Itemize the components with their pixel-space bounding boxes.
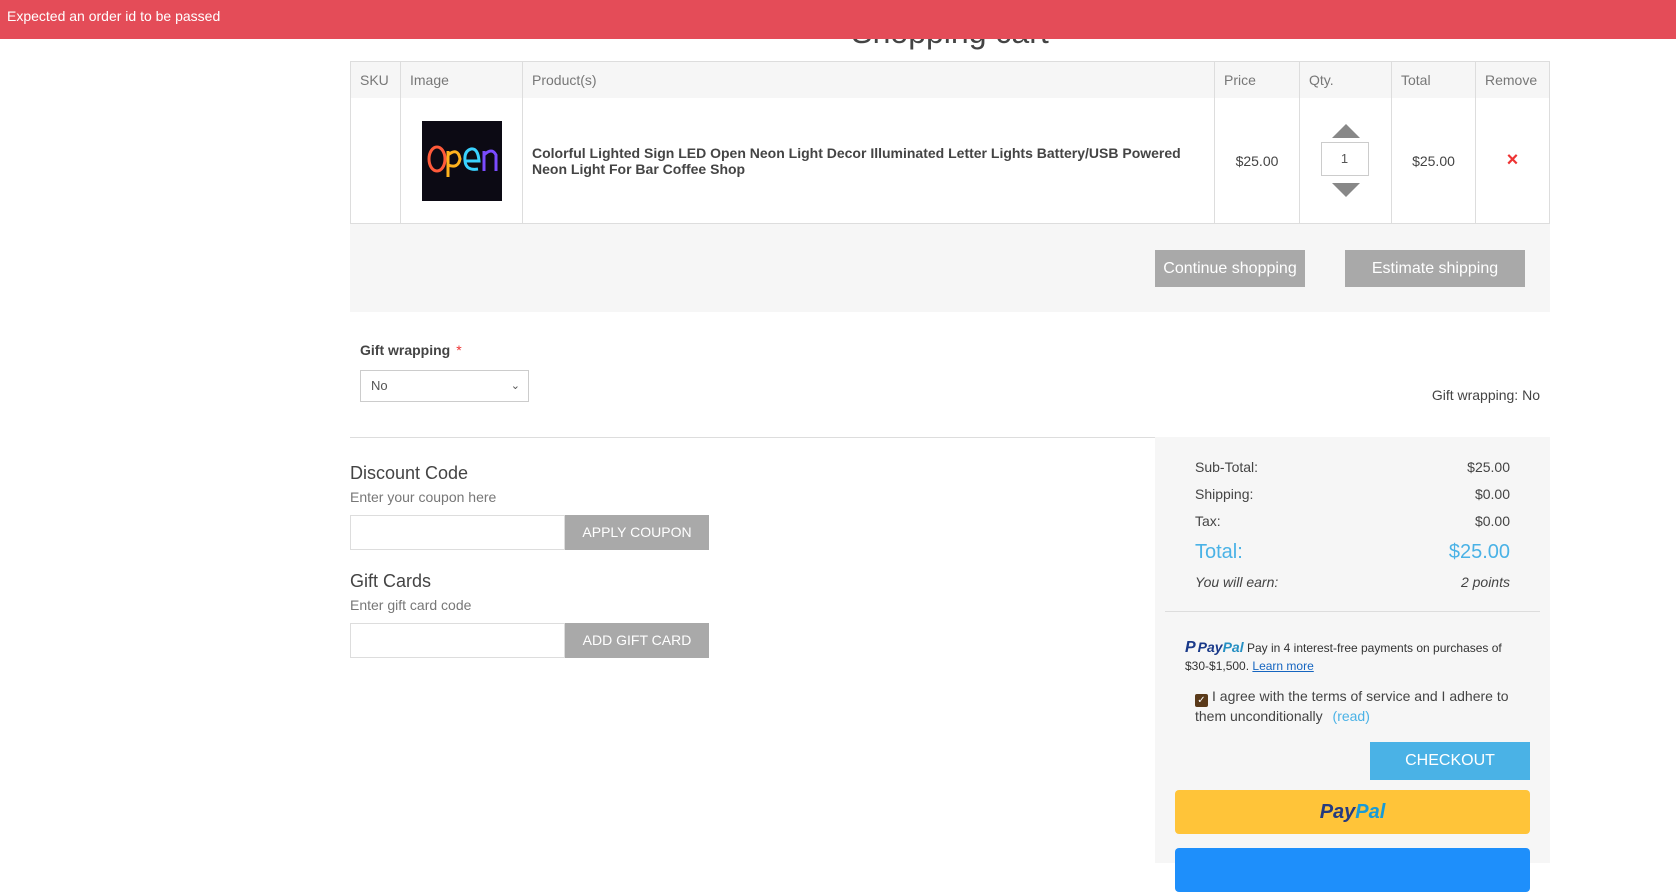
tax-label: Tax: (1195, 513, 1221, 529)
header-qty: Qty. (1299, 61, 1392, 98)
paypal-button-logo: PayPal (1319, 801, 1386, 823)
qty-decrease-icon[interactable] (1331, 182, 1360, 197)
header-remove: Remove (1475, 61, 1550, 98)
header-sku: SKU (350, 61, 401, 98)
discount-code-hint: Enter your coupon here (350, 489, 497, 505)
tax-value: $0.00 (1474, 513, 1510, 529)
gift-card-input[interactable] (350, 623, 565, 658)
neon-open-sign-image (421, 120, 502, 201)
qty-input[interactable] (1320, 141, 1369, 176)
cart-row: Colorful Lighted Sign LED Open Neon Ligh… (350, 98, 1550, 224)
gift-cards-hint: Enter gift card code (350, 597, 472, 613)
tax-row: Tax: $0.00 (1195, 513, 1510, 529)
terms-agreement: ✓ I agree with the terms of service and I… (1195, 687, 1525, 725)
cart-row-qty (1299, 98, 1392, 224)
product-image[interactable] (421, 120, 502, 201)
cart-row-total: $25.00 (1391, 98, 1476, 224)
learn-more-link[interactable]: Learn more (1252, 659, 1313, 673)
remove-icon[interactable]: × (1507, 149, 1519, 171)
header-image: Image (400, 61, 523, 98)
required-mark: * (456, 342, 462, 358)
paypal-pay-later-message: P PayPal Pay in 4 interest-free payments … (1185, 638, 1525, 675)
section-divider (350, 437, 1155, 438)
total-value: $25.00 (1448, 541, 1510, 563)
cart-row-image-cell (400, 98, 523, 224)
checkout-button[interactable]: CHECKOUT (1370, 742, 1530, 780)
cart-row-sku (350, 98, 401, 224)
cart-row-remove: × (1475, 98, 1550, 224)
panel-divider (1165, 611, 1540, 612)
gift-wrapping-select[interactable]: No ⌄ (360, 370, 529, 402)
total-row: Total: $25.00 (1195, 541, 1510, 564)
cart-actions: Continue shopping Estimate shipping (350, 224, 1550, 312)
header-price: Price (1214, 61, 1300, 98)
continue-shopping-button[interactable]: Continue shopping (1155, 250, 1305, 287)
cart-row-product[interactable]: Colorful Lighted Sign LED Open Neon Ligh… (522, 98, 1215, 224)
order-totals-panel: Sub-Total: $25.00 Shipping: $0.00 Tax: $… (1155, 437, 1550, 892)
subtotal-value: $25.00 (1467, 459, 1510, 475)
gift-wrapping-label-text: Gift wrapping (360, 342, 451, 358)
error-banner: Expected an order id to be passed (0, 0, 1676, 39)
earn-row: You will earn: 2 points (1195, 574, 1510, 590)
add-gift-card-button[interactable]: ADD GIFT CARD (565, 623, 709, 658)
shipping-row: Shipping: $0.00 (1195, 486, 1510, 502)
product-name[interactable]: Colorful Lighted Sign LED Open Neon Ligh… (532, 145, 1192, 177)
paypal-logo: PayPal (1197, 639, 1244, 655)
quantity-stepper (1320, 121, 1371, 201)
subtotal-row: Sub-Total: $25.00 (1195, 459, 1510, 475)
coupon-input[interactable] (350, 515, 565, 550)
qty-increase-icon[interactable] (1331, 123, 1360, 138)
chevron-down-icon: ⌄ (510, 380, 520, 392)
header-total: Total (1391, 61, 1476, 98)
shipping-value: $0.00 (1474, 486, 1510, 502)
earn-label: You will earn: (1195, 574, 1279, 590)
gift-wrapping-label: Gift wrapping * (360, 342, 462, 358)
cart-table-header: SKU Image Product(s) Price Qty. Total Re… (350, 61, 1550, 98)
subtotal-label: Sub-Total: (1195, 459, 1259, 475)
total-label: Total: (1195, 541, 1243, 563)
paypal-button[interactable]: PayPal (1175, 790, 1530, 834)
gift-wrapping-selected: No (371, 378, 388, 393)
shipping-label: Shipping: (1195, 486, 1254, 502)
cart-table: SKU Image Product(s) Price Qty. Total Re… (350, 61, 1550, 224)
terms-checkbox[interactable]: ✓ (1195, 694, 1208, 707)
estimate-shipping-button[interactable]: Estimate shipping (1345, 250, 1525, 287)
paypal-p-icon: P (1185, 639, 1196, 656)
header-product: Product(s) (522, 61, 1215, 98)
error-message: Expected an order id to be passed (7, 8, 221, 24)
terms-read-link[interactable]: (read) (1333, 708, 1370, 724)
cart-row-price: $25.00 (1214, 98, 1300, 224)
discount-code-title: Discount Code (350, 463, 469, 483)
earn-value: 2 points (1460, 574, 1510, 590)
gift-wrapping-summary: Gift wrapping: No (1431, 387, 1540, 403)
gift-cards-title: Gift Cards (350, 571, 432, 591)
paypal-pay-later-button[interactable] (1175, 848, 1530, 892)
apply-coupon-button[interactable]: APPLY COUPON (565, 515, 709, 550)
